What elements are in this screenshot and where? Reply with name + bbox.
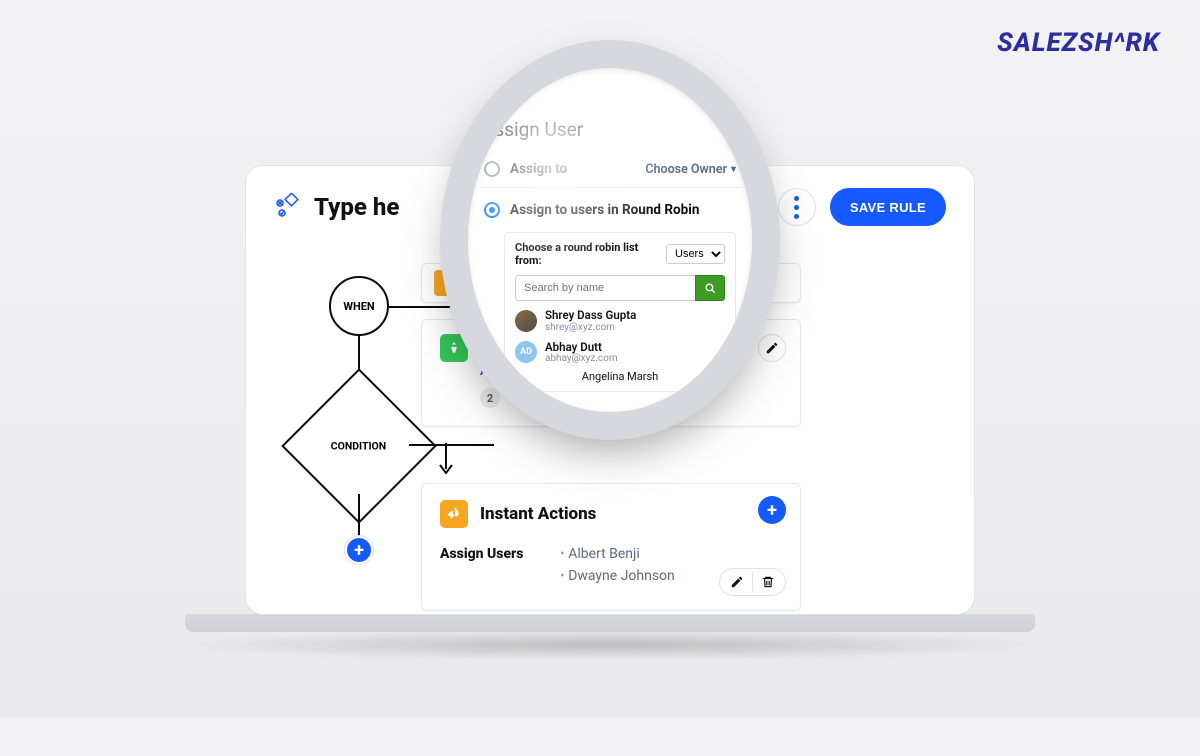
divider: [478, 187, 742, 188]
avatar: [515, 310, 537, 332]
search-input[interactable]: [515, 275, 695, 301]
when-node[interactable]: WHEN: [329, 276, 389, 336]
rr-source-select[interactable]: Users: [666, 244, 725, 264]
brand-logo: SALEZSH^RK: [997, 28, 1160, 58]
add-action-button[interactable]: +: [758, 496, 786, 524]
radio-checked-icon: [484, 202, 500, 218]
user-result-name[interactable]: Angelina Marsh: [515, 370, 725, 383]
user-email: shrey@xyz.com: [545, 322, 636, 333]
title-wrap: Type he: [274, 193, 399, 221]
search-row: [515, 275, 725, 301]
option-round-robin[interactable]: Assign to users in Round Robin: [478, 196, 742, 224]
user-meta: Shrey Dass Gupta shrey@xyz.com: [545, 309, 636, 333]
user-name: Abhay Dutt: [545, 341, 618, 354]
edit-action-button[interactable]: [730, 575, 744, 589]
when-label: WHEN: [343, 300, 374, 313]
instant-actions-card: Instant Actions + Assign Users Albert Be…: [421, 483, 801, 611]
condition-label: CONDITION: [331, 440, 387, 453]
action-controls: [719, 568, 786, 596]
round-robin-panel: Choose a round robin list from: Users Sh…: [504, 232, 736, 392]
radio-unchecked-icon: [484, 161, 500, 177]
assign-user-panel: Assign User Assign to Choose Owner ▾ Ass…: [478, 116, 742, 392]
list-item: Dwayne Johnson: [560, 568, 675, 584]
rr-from-label: Choose a round robin list from:: [515, 241, 660, 267]
more-menu-button[interactable]: [778, 188, 816, 226]
assign-user-popover: Assign User Assign to Choose Owner ▾ Ass…: [440, 40, 780, 440]
instant-actions-title: Instant Actions: [480, 504, 596, 524]
page-title[interactable]: Type he: [314, 193, 399, 221]
connector: [358, 494, 360, 538]
option-assign-to[interactable]: Assign to Choose Owner ▾: [478, 155, 742, 183]
user-result[interactable]: Shrey Dass Gupta shrey@xyz.com: [515, 309, 725, 333]
lens-ring: Assign User Assign to Choose Owner ▾ Ass…: [440, 40, 780, 440]
option-label: Assign to: [510, 161, 567, 177]
list-item: Albert Benji: [560, 546, 675, 562]
user-result[interactable]: AD Abhay Dutt abhay@xyz.com: [515, 341, 725, 365]
user-meta: Abhay Dutt abhay@xyz.com: [545, 341, 618, 365]
rr-from-row: Choose a round robin list from: Users: [515, 241, 725, 267]
instant-actions-head: Instant Actions: [440, 500, 782, 528]
user-email: abhay@xyz.com: [545, 353, 618, 364]
header-actions: SAVE RULE: [778, 188, 946, 226]
separator: [752, 573, 753, 591]
rocket-icon: [440, 500, 468, 528]
dropdown-label: Choose Owner: [645, 162, 727, 177]
add-node-button[interactable]: +: [345, 536, 373, 564]
search-button[interactable]: [695, 275, 725, 301]
arrow-down-icon: [437, 443, 455, 477]
workflow-icon: [274, 193, 302, 221]
chevron-down-icon: ▾: [731, 164, 736, 175]
assign-users-label: Assign Users: [440, 546, 540, 590]
avatar: AD: [515, 341, 537, 363]
edit-conditions-button[interactable]: [758, 334, 786, 362]
assigned-users-list: Albert Benji Dwayne Johnson: [560, 546, 675, 590]
option-label: Assign to users in Round Robin: [510, 202, 699, 218]
delete-action-button[interactable]: [761, 575, 775, 589]
user-name: Shrey Dass Gupta: [545, 309, 636, 322]
choose-owner-dropdown[interactable]: Choose Owner ▾: [645, 162, 736, 177]
assign-user-title: Assign User: [482, 118, 742, 141]
save-rule-button[interactable]: SAVE RULE: [830, 188, 946, 226]
